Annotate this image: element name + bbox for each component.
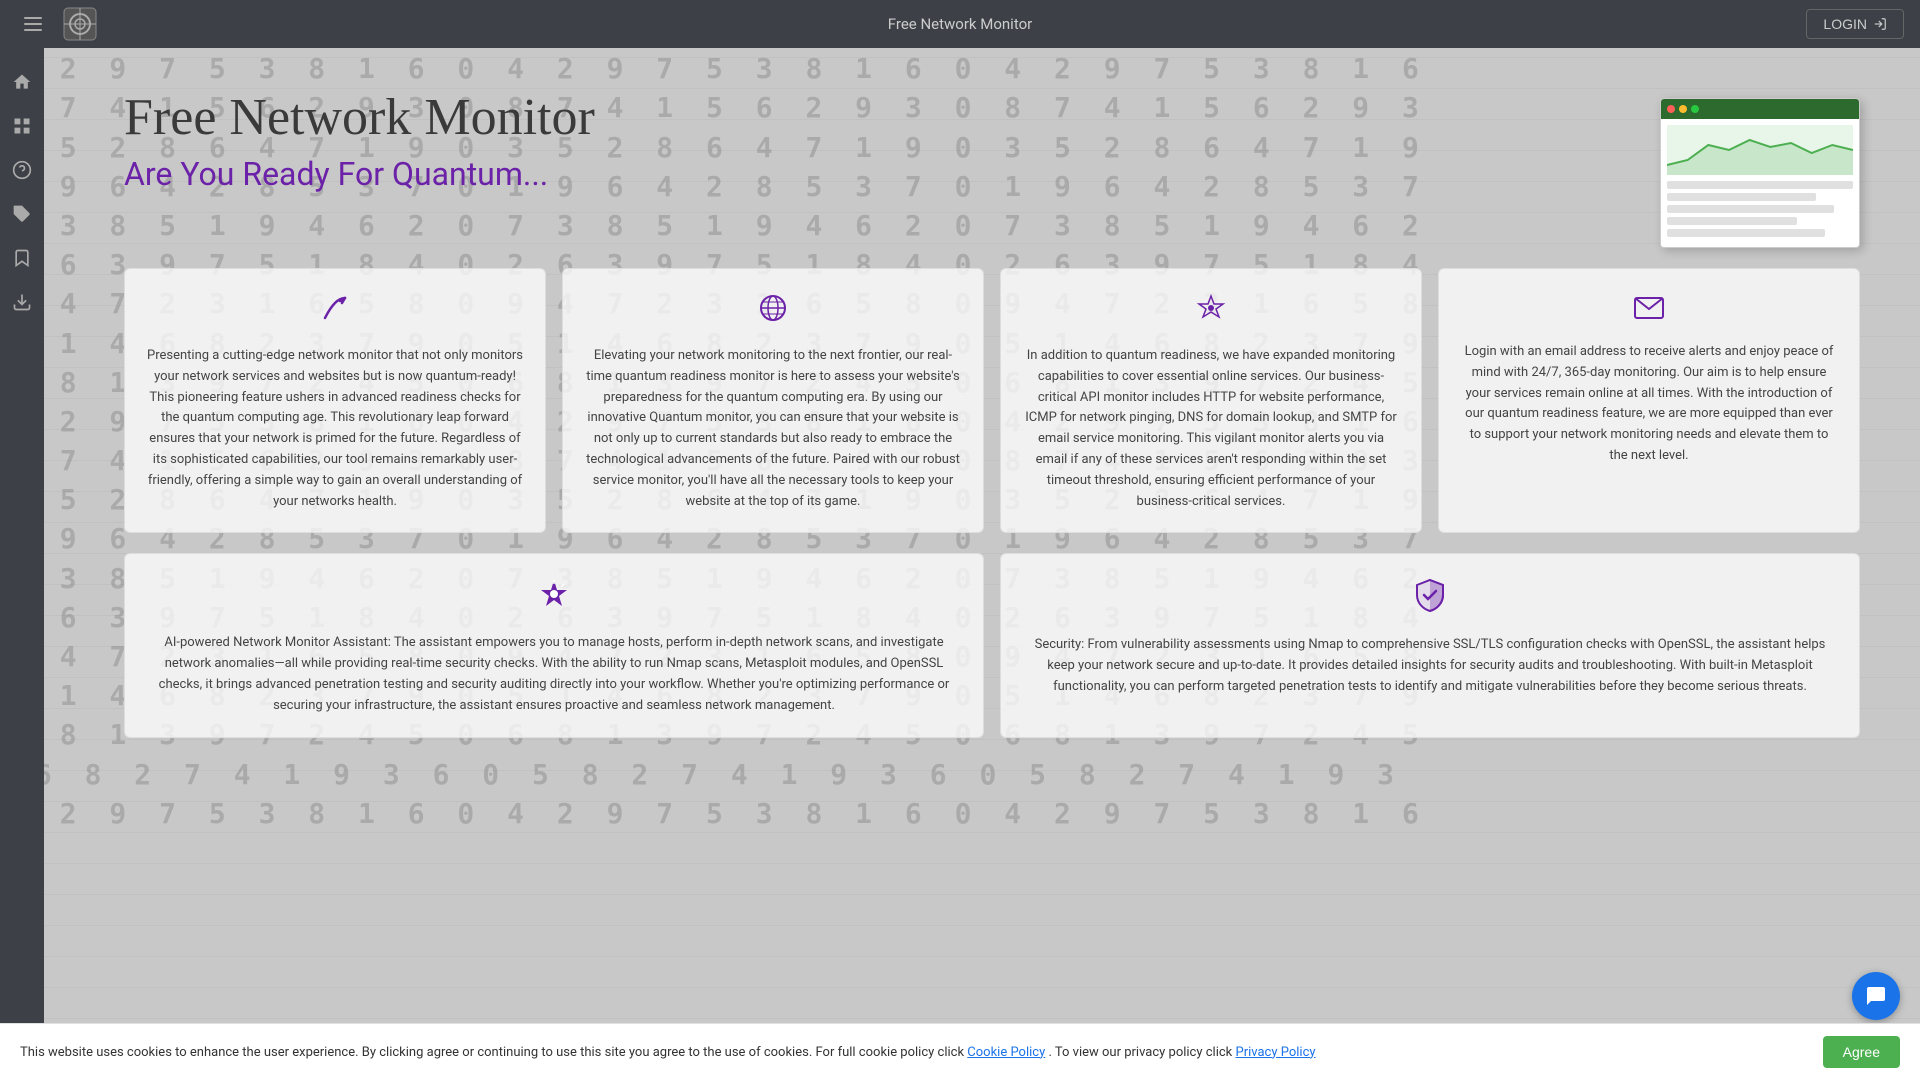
- login-button[interactable]: LOGIN: [1806, 9, 1904, 39]
- mockup-body: [1661, 119, 1859, 247]
- hero-text: Free Network Monitor Are You Ready For Q…: [124, 88, 1600, 193]
- feature-text-ai: AI-powered Network Monitor Assistant: Th…: [155, 633, 953, 716]
- network-icon: [145, 293, 525, 330]
- help-icon: [12, 160, 32, 180]
- max-dot: [1691, 105, 1699, 113]
- sidebar-item-home[interactable]: [4, 64, 40, 100]
- dashboard-icon: [12, 116, 32, 136]
- hamburger-line: [24, 17, 42, 19]
- mockup-chart: [1667, 125, 1853, 175]
- main-content: Free Network Monitor Are You Ready For Q…: [44, 0, 1920, 1080]
- feature-text-security: Security: From vulnerability assessments…: [1031, 635, 1829, 697]
- header-title: Free Network Monitor: [888, 15, 1032, 33]
- mockup-rows: [1667, 181, 1853, 237]
- feature-card-email: Login with an email address to receive a…: [1438, 268, 1860, 533]
- ai-star-icon: [155, 578, 953, 617]
- sidebar: [0, 48, 44, 1080]
- tags-icon: [12, 204, 32, 224]
- cookie-text: This website uses cookies to enhance the…: [20, 1045, 1803, 1060]
- bookmark-icon: [12, 248, 32, 268]
- sidebar-item-help[interactable]: [4, 152, 40, 188]
- sidebar-item-save[interactable]: [4, 240, 40, 276]
- mockup-row: [1667, 205, 1834, 213]
- sidebar-item-tags[interactable]: [4, 196, 40, 232]
- chat-button[interactable]: [1852, 972, 1900, 1020]
- login-icon: [1873, 17, 1887, 31]
- sidebar-item-download[interactable]: [4, 284, 40, 320]
- feature-text-api: In addition to quantum readiness, we hav…: [1021, 346, 1401, 512]
- features-bottom-grid: AI-powered Network Monitor Assistant: Th…: [44, 553, 1920, 757]
- feature-card-ai: AI-powered Network Monitor Assistant: Th…: [124, 553, 984, 737]
- feature-text-email: Login with an email address to receive a…: [1459, 342, 1839, 467]
- hero-image: [1640, 88, 1860, 248]
- features-grid: Presenting a cutting-edge network monito…: [44, 268, 1920, 553]
- hamburger-line: [24, 23, 42, 25]
- hamburger-line: [24, 29, 42, 31]
- menu-button[interactable]: [16, 13, 50, 35]
- feature-card-api: In addition to quantum readiness, we hav…: [1000, 268, 1422, 533]
- mockup-row: [1667, 181, 1853, 189]
- min-dot: [1679, 105, 1687, 113]
- close-dot: [1667, 105, 1675, 113]
- cookie-bar: This website uses cookies to enhance the…: [0, 1023, 1920, 1080]
- hero-title: Free Network Monitor: [124, 88, 1600, 147]
- cookie-message: This website uses cookies to enhance the…: [20, 1045, 967, 1060]
- mockup-row: [1667, 229, 1825, 237]
- agree-button[interactable]: Agree: [1823, 1036, 1900, 1068]
- header-left: [16, 6, 98, 42]
- sidebar-item-dashboard[interactable]: [4, 108, 40, 144]
- mockup-row: [1667, 193, 1816, 201]
- hero-subtitle: Are You Ready For Quantum...: [124, 155, 1600, 193]
- globe-icon: [583, 293, 963, 330]
- download-icon: [12, 292, 32, 312]
- mockup-row: [1667, 217, 1797, 225]
- home-icon: [12, 72, 32, 92]
- logo[interactable]: [62, 6, 98, 42]
- email-icon: [1459, 293, 1839, 326]
- header: Free Network Monitor LOGIN: [0, 0, 1920, 48]
- cookie-policy-link[interactable]: Cookie Policy: [967, 1045, 1045, 1060]
- privacy-policy-link[interactable]: Privacy Policy: [1236, 1045, 1316, 1060]
- feature-card-security: Security: From vulnerability assessments…: [1000, 553, 1860, 737]
- chat-icon: [1864, 984, 1888, 1008]
- api-icon: [1021, 293, 1401, 330]
- app-mockup: [1660, 98, 1860, 248]
- login-label: LOGIN: [1823, 16, 1867, 32]
- feature-card-network: Presenting a cutting-edge network monito…: [124, 268, 546, 533]
- feature-text-quantum: Elevating your network monitoring to the…: [583, 346, 963, 512]
- feature-text-network: Presenting a cutting-edge network monito…: [145, 346, 525, 512]
- cookie-privacy-text: . To view our privacy policy click: [1048, 1045, 1235, 1060]
- mockup-titlebar: [1661, 99, 1859, 119]
- feature-card-quantum: Elevating your network monitoring to the…: [562, 268, 984, 533]
- shield-icon: [1031, 578, 1829, 619]
- hero-section: Free Network Monitor Are You Ready For Q…: [44, 48, 1920, 268]
